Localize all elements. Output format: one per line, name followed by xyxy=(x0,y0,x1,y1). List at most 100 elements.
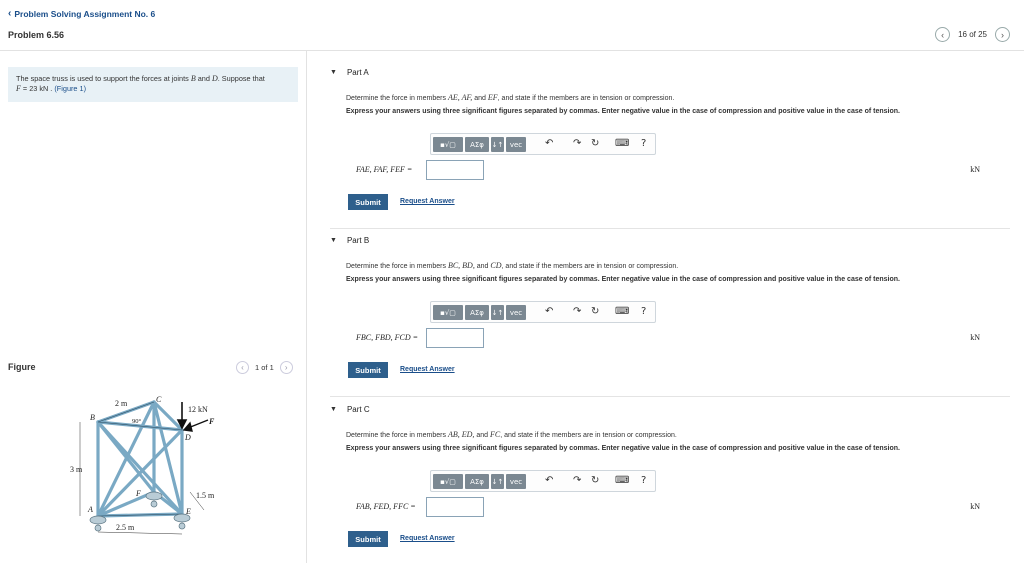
part-a-question: Determine the force in members AE, AF, a… xyxy=(346,93,675,102)
help-icon[interactable]: ? xyxy=(641,138,646,149)
part-a-section: ▼ Part A Determine the force in members … xyxy=(330,62,1010,222)
joint-f-label: F xyxy=(135,489,141,498)
dim-load: 12 kN xyxy=(188,405,208,414)
part-c-answer-row: FAB, FED, FFC = kN xyxy=(356,497,996,517)
part-a-title: Part A xyxy=(346,67,369,77)
part-c-answer-label: FAB, FED, FFC = xyxy=(356,502,416,511)
redo-icon[interactable]: ↷ xyxy=(573,475,581,486)
part-b-section: ▼ Part B Determine the force in members … xyxy=(330,228,1010,388)
part-a-answer-input[interactable] xyxy=(426,160,484,180)
sort-button[interactable]: ↓↑ xyxy=(491,474,504,489)
figure-pager: ‹ 1 of 1 › xyxy=(236,361,293,374)
part-c-instruction: Express your answers using three signifi… xyxy=(346,445,900,452)
part-c-unit: kN xyxy=(970,502,980,511)
sort-button[interactable]: ↓↑ xyxy=(491,137,504,152)
problem-title: Problem 6.56 xyxy=(8,30,65,40)
part-c-submit-button[interactable]: Submit xyxy=(348,531,388,547)
templates-button[interactable]: ▪√▢ xyxy=(433,305,463,320)
load-arrow-12kn xyxy=(176,402,188,430)
dim-height: 3 m xyxy=(70,465,83,474)
part-a-math-toolbar: ▪√▢ ΑΣφ ↓↑ vec ↶ ↷ ↻ ⌨ ? xyxy=(430,133,656,155)
collapse-triangle-icon: ▼ xyxy=(330,405,337,413)
dim-top: 2 m xyxy=(115,399,128,408)
part-b-question: Determine the force in members BC, BD, a… xyxy=(346,261,679,270)
joint-d-label: D xyxy=(184,433,191,442)
joint-a-label: A xyxy=(87,505,93,514)
previous-problem-button[interactable]: ‹ xyxy=(935,27,951,42)
part-a-instruction: Express your answers using three signifi… xyxy=(346,108,900,115)
greek-symbols-button[interactable]: ΑΣφ xyxy=(465,137,489,152)
part-b-divider xyxy=(330,228,1010,229)
joint-b-label: B xyxy=(90,413,95,422)
part-c-header[interactable]: ▼ Part C xyxy=(330,402,370,416)
assignment-title: Problem Solving Assignment No. 6 xyxy=(14,8,156,19)
vector-button[interactable]: vec xyxy=(506,474,526,489)
figure-heading: Figure xyxy=(8,362,36,372)
reset-icon[interactable]: ↻ xyxy=(591,138,599,149)
back-to-assignment-link[interactable]: ‹ Problem Solving Assignment No. 6 xyxy=(8,8,155,19)
keyboard-icon[interactable]: ⌨ xyxy=(615,475,629,486)
space-truss-figure[interactable]: 2 m 90° 12 kN 3 m 1.5 m 2.5 m B C D F F … xyxy=(70,392,230,542)
part-b-answer-row: FBC, FBD, FCD = kN xyxy=(356,328,996,348)
joint-e-label: E xyxy=(185,507,191,516)
dim-bottom: 2.5 m xyxy=(116,523,135,532)
part-b-request-answer-link[interactable]: Request Answer xyxy=(400,366,455,373)
redo-icon[interactable]: ↷ xyxy=(573,138,581,149)
part-b-submit-button[interactable]: Submit xyxy=(348,362,388,378)
part-a-header[interactable]: ▼ Part A xyxy=(330,65,369,79)
part-a-unit: kN xyxy=(970,165,980,174)
part-c-title: Part C xyxy=(346,404,370,414)
part-c-request-answer-link[interactable]: Request Answer xyxy=(400,535,455,542)
vector-button[interactable]: vec xyxy=(506,137,526,152)
force-f-label: F xyxy=(208,417,215,426)
part-a-answer-label: FAE, FAF, FEF = xyxy=(356,165,413,174)
greek-symbols-button[interactable]: ΑΣφ xyxy=(465,474,489,489)
part-c-answer-input[interactable] xyxy=(426,497,484,517)
collapse-triangle-icon: ▼ xyxy=(330,236,337,244)
keyboard-icon[interactable]: ⌨ xyxy=(615,138,629,149)
force-f-arrow xyxy=(182,419,209,432)
part-c-question: Determine the force in members AB, ED, a… xyxy=(346,430,677,439)
help-icon[interactable]: ? xyxy=(641,306,646,317)
part-b-answer-input[interactable] xyxy=(426,328,484,348)
part-b-header[interactable]: ▼ Part B xyxy=(330,233,369,247)
undo-icon[interactable]: ↶ xyxy=(545,306,553,317)
chevron-left-icon: ‹ xyxy=(8,8,12,19)
next-figure-button[interactable]: › xyxy=(279,361,293,374)
problem-pager: ‹ 16 of 25 › xyxy=(935,27,1010,42)
help-icon[interactable]: ? xyxy=(641,475,646,486)
next-problem-button[interactable]: › xyxy=(995,27,1010,42)
redo-icon[interactable]: ↷ xyxy=(573,306,581,317)
part-b-math-toolbar: ▪√▢ ΑΣφ ↓↑ vec ↶ ↷ ↻ ⌨ ? xyxy=(430,301,656,323)
undo-icon[interactable]: ↶ xyxy=(545,138,553,149)
dim-angle: 90° xyxy=(132,418,142,425)
part-a-request-answer-link[interactable]: Request Answer xyxy=(400,198,455,205)
sort-button[interactable]: ↓↑ xyxy=(491,305,504,320)
figure-link[interactable]: (Figure 1) xyxy=(54,84,86,93)
problem-statement: The space truss is used to support the f… xyxy=(8,67,298,102)
part-a-submit-button[interactable]: Submit xyxy=(348,194,388,210)
collapse-triangle-icon: ▼ xyxy=(330,68,337,76)
templates-button[interactable]: ▪√▢ xyxy=(433,474,463,489)
previous-figure-button[interactable]: ‹ xyxy=(236,361,249,374)
vector-button[interactable]: vec xyxy=(506,305,526,320)
part-b-title: Part B xyxy=(346,235,370,245)
header-divider xyxy=(0,50,1024,51)
part-c-divider xyxy=(330,396,1010,397)
reset-icon[interactable]: ↻ xyxy=(591,306,599,317)
part-b-unit: kN xyxy=(970,333,980,342)
templates-button[interactable]: ▪√▢ xyxy=(433,137,463,152)
top-bar: ‹ Problem Solving Assignment No. 6 Probl… xyxy=(0,0,1024,52)
part-c-section: ▼ Part C Determine the force in members … xyxy=(330,396,1010,558)
part-a-answer-row: FAE, FAF, FEF = kN xyxy=(356,160,996,180)
undo-icon[interactable]: ↶ xyxy=(545,475,553,486)
greek-symbols-button[interactable]: ΑΣφ xyxy=(465,305,489,320)
figure-pager-text: 1 of 1 xyxy=(255,363,274,372)
part-c-math-toolbar: ▪√▢ ΑΣφ ↓↑ vec ↶ ↷ ↻ ⌨ ? xyxy=(430,470,656,492)
part-b-answer-label: FBC, FBD, FCD = xyxy=(356,333,419,342)
dim-depth: 1.5 m xyxy=(196,491,215,500)
column-divider xyxy=(306,51,307,563)
part-b-instruction: Express your answers using three signifi… xyxy=(346,276,900,283)
reset-icon[interactable]: ↻ xyxy=(591,475,599,486)
keyboard-icon[interactable]: ⌨ xyxy=(615,306,629,317)
